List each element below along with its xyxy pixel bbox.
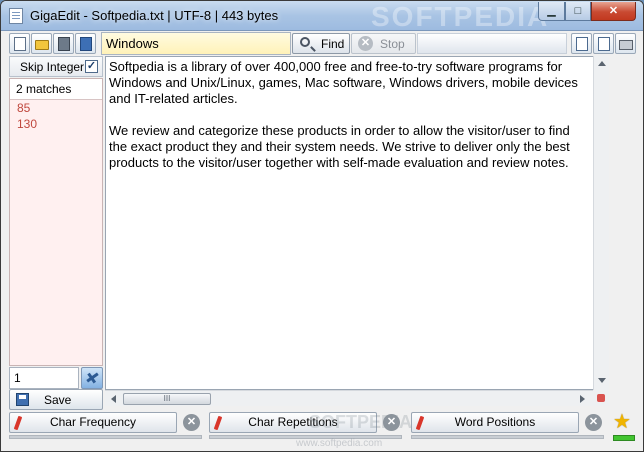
print-icon	[619, 40, 633, 50]
skip-integer-checkbox[interactable]: ✓	[85, 60, 98, 73]
scroll-right-icon[interactable]	[580, 395, 585, 403]
scroll-down-icon[interactable]	[598, 378, 606, 383]
stop-button[interactable]: ✕ Stop	[351, 33, 416, 54]
close-icon: ✕	[585, 414, 602, 431]
horizontal-scrollbar[interactable]: III	[105, 390, 609, 406]
app-document-icon	[9, 8, 23, 24]
find-label: Find	[321, 37, 345, 51]
close-window-button[interactable]: ✕	[591, 2, 636, 21]
watermark: SOFTPEDIA	[371, 1, 550, 32]
close-icon: ✕	[183, 414, 200, 431]
char-frequency-button[interactable]: Char Frequency	[9, 412, 177, 433]
matches-count: 2 matches	[10, 79, 102, 100]
save-as-icon	[80, 37, 92, 51]
skip-integer-label: Skip Integer	[20, 60, 85, 74]
favorite-star-icon[interactable]: ★	[613, 412, 635, 434]
airplane-icon	[86, 372, 99, 383]
save-icon	[16, 393, 29, 406]
scroll-up-icon[interactable]	[598, 61, 606, 66]
text-editor[interactable]: Softpedia is a library of over 400,000 f…	[105, 56, 609, 390]
corner-stop-button[interactable]	[593, 390, 609, 406]
match-item[interactable]: 130	[10, 116, 102, 132]
match-item[interactable]: 85	[10, 100, 102, 116]
close-char-repetitions-button[interactable]: ✕	[381, 413, 401, 433]
save-label: Save	[44, 393, 72, 407]
word-positions-label: Word Positions	[454, 415, 536, 429]
stop-icon: ✕	[358, 36, 373, 51]
char-frequency-label: Char Frequency	[49, 415, 137, 429]
editor-paragraph: Softpedia is a library of over 400,000 f…	[109, 59, 578, 106]
new-file-icon	[14, 37, 26, 51]
close-char-frequency-button[interactable]: ✕	[181, 413, 201, 433]
char-frequency-progress	[9, 435, 202, 439]
close-icon: ✕	[383, 414, 400, 431]
editor-content[interactable]: Softpedia is a library of over 400,000 f…	[109, 59, 589, 187]
scroll-left-icon[interactable]	[111, 395, 116, 403]
pen-icon	[415, 415, 425, 431]
goto-line-row: 1	[9, 367, 103, 389]
word-positions-progress	[411, 435, 604, 439]
pen-icon	[213, 415, 223, 431]
bottom-panel-bar: Char Frequency ✕ Char Repetitions SOFTPE…	[9, 411, 637, 441]
document-view-button[interactable]	[571, 33, 592, 54]
open-file-button[interactable]	[31, 33, 52, 54]
minimize-button[interactable]: ▁	[538, 2, 565, 21]
save-as-button[interactable]	[75, 33, 96, 54]
save-results-button[interactable]: Save	[9, 389, 103, 410]
vertical-scrollbar[interactable]	[593, 56, 609, 390]
magnifier-icon	[300, 37, 310, 47]
toolbar: Windows Find ✕ Stop	[9, 32, 637, 56]
search-sidebar: Skip Integer ✓ 2 matches 85 130 1 Save	[9, 56, 103, 410]
save-file-button[interactable]	[53, 33, 74, 54]
find-button[interactable]: Find	[292, 33, 350, 54]
document-settings-icon	[598, 37, 610, 51]
matches-list: 2 matches 85 130	[9, 78, 103, 366]
document-settings-button[interactable]	[593, 33, 614, 54]
editor-paragraph: We review and categorize these products …	[109, 123, 570, 170]
status-green-indicator	[613, 435, 635, 441]
skip-integer-option[interactable]: Skip Integer ✓	[9, 56, 103, 77]
title-bar[interactable]: GigaEdit - Softpedia.txt | UTF-8 | 443 b…	[1, 1, 643, 32]
goto-line-button[interactable]	[81, 367, 103, 389]
search-input[interactable]: Windows	[101, 32, 291, 55]
print-button[interactable]	[615, 33, 636, 54]
toolbar-spacer	[417, 33, 567, 54]
pen-icon	[13, 415, 23, 431]
line-number-input[interactable]: 1	[9, 367, 79, 389]
close-word-positions-button[interactable]: ✕	[583, 413, 603, 433]
maximize-button[interactable]: □	[565, 2, 591, 21]
stop-label: Stop	[380, 37, 405, 51]
open-folder-icon	[35, 40, 49, 50]
horizontal-scroll-thumb[interactable]: III	[123, 393, 211, 405]
window-title: GigaEdit - Softpedia.txt | UTF-8 | 443 b…	[30, 8, 279, 23]
save-icon	[58, 37, 70, 51]
word-positions-button[interactable]: Word Positions	[411, 412, 579, 433]
app-window: GigaEdit - Softpedia.txt | UTF-8 | 443 b…	[0, 0, 644, 452]
document-icon	[576, 37, 588, 51]
new-file-button[interactable]	[9, 33, 30, 54]
watermark-url: www.softpedia.com	[296, 438, 383, 449]
